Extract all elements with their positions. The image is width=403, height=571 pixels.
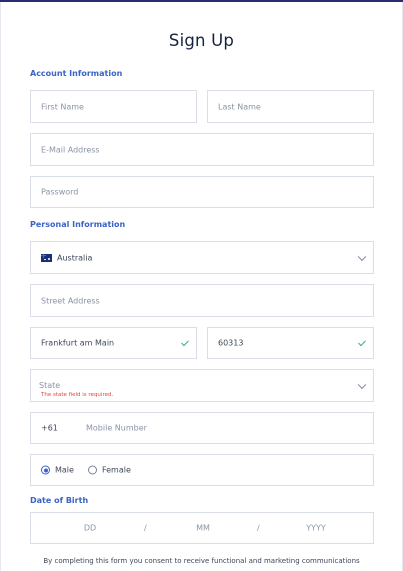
email-placeholder: E-Mail Address xyxy=(41,145,100,154)
postcode-value: 60313 xyxy=(218,338,244,348)
password-input[interactable]: Password xyxy=(30,176,374,208)
gender-option-female[interactable]: Female xyxy=(87,465,131,475)
state-error-message: The state field is required. xyxy=(41,392,114,398)
gender-radio-group: Male Female xyxy=(30,454,374,486)
dob-day-input[interactable]: DD xyxy=(70,524,110,533)
radio-unselected-icon[interactable] xyxy=(87,465,97,475)
first-name-placeholder: First Name xyxy=(41,102,84,111)
section-personal-heading: Personal Information xyxy=(30,220,126,229)
section-account-heading: Account Information xyxy=(30,69,123,78)
date-of-birth-input: DD / MM / YYYY xyxy=(30,512,374,544)
gender-male-label: Male xyxy=(55,465,74,475)
city-input[interactable]: Frankfurt am Main xyxy=(30,327,197,359)
email-input[interactable]: E-Mail Address xyxy=(30,133,374,166)
card-top-border xyxy=(0,0,403,2)
gender-female-label: Female xyxy=(101,465,131,475)
chevron-down-icon xyxy=(357,380,367,389)
dob-month-input[interactable]: MM xyxy=(183,524,223,533)
checkmark-icon xyxy=(358,338,366,347)
phone-prefix: +61 xyxy=(41,423,58,433)
mobile-number-placeholder: Mobile Number xyxy=(86,423,147,433)
consent-text: By completing this form you consent to r… xyxy=(43,557,360,565)
last-name-input[interactable]: Last Name xyxy=(207,90,374,123)
gender-option-male[interactable]: Male xyxy=(41,465,74,475)
password-placeholder: Password xyxy=(41,187,79,197)
checkmark-icon xyxy=(181,338,189,347)
radio-selected-icon[interactable] xyxy=(41,465,50,475)
street-address-placeholder: Street Address xyxy=(41,296,100,305)
street-address-input[interactable]: Street Address xyxy=(30,284,374,317)
dob-separator: / xyxy=(257,523,260,533)
chevron-down-icon xyxy=(357,252,367,261)
first-name-input[interactable]: First Name xyxy=(30,90,197,123)
page-title: Sign Up xyxy=(168,31,235,50)
section-dob-heading: Date of Birth xyxy=(30,496,89,505)
country-value: Australia xyxy=(57,253,93,262)
country-select[interactable]: Australia xyxy=(30,241,374,274)
dob-separator: / xyxy=(144,523,147,533)
state-select[interactable]: State The state field is required. xyxy=(30,369,374,402)
mobile-number-input[interactable]: +61 Mobile Number xyxy=(30,412,374,444)
australia-flag-icon xyxy=(41,253,52,262)
city-value: Frankfurt am Main xyxy=(41,338,115,348)
last-name-placeholder: Last Name xyxy=(218,102,261,111)
state-placeholder: State xyxy=(39,381,61,390)
dob-year-input[interactable]: YYYY xyxy=(296,524,336,533)
postcode-input[interactable]: 60313 xyxy=(207,327,374,359)
